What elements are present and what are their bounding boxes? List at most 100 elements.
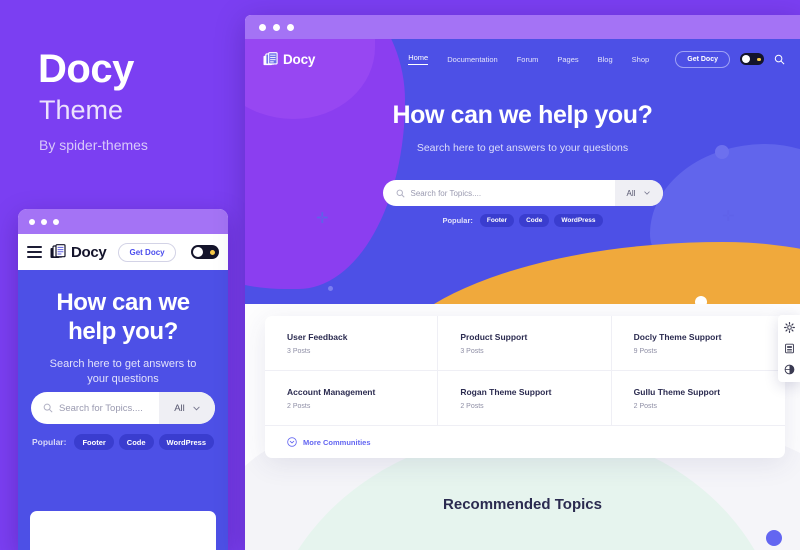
community-item[interactable]: Account Management 2 Posts: [265, 371, 439, 426]
hero-content: How can we help you? Search here to get …: [245, 79, 800, 227]
mobile-hero-heading: How can we help you?: [56, 289, 190, 346]
floating-toolbar: [778, 315, 800, 382]
mobile-logo[interactable]: Docy: [50, 243, 107, 261]
promo-subtitle: Theme: [39, 95, 124, 125]
sun-icon: [757, 57, 761, 61]
window-dot-maximize[interactable]: [287, 23, 294, 31]
chevron-down-icon: [193, 406, 200, 411]
mobile-navbar: Docy Get Docy: [18, 234, 228, 270]
community-post-count: 2 Posts: [287, 403, 311, 410]
community-item[interactable]: Rogan Theme Support 2 Posts: [438, 371, 612, 426]
hero-search-placeholder: Search for Topics....: [410, 188, 482, 198]
promo-byline: By spider-themes: [39, 137, 148, 153]
mobile-logo-text: Docy: [71, 243, 107, 261]
hero-popular-tag[interactable]: WordPress: [554, 214, 603, 227]
community-post-count: 3 Posts: [460, 348, 484, 355]
hero-popular-tag[interactable]: Code: [519, 214, 550, 227]
window-dot-close[interactable]: [259, 23, 266, 31]
nav-link-pages[interactable]: Pages: [557, 55, 578, 64]
hamburger-icon[interactable]: [27, 246, 42, 258]
screenshot-stage: Docy Theme By spider-themes Docy Get Doc…: [0, 0, 800, 550]
communities-grid: User Feedback 3 Posts Product Support 3 …: [265, 316, 785, 426]
mobile-search-input[interactable]: Search for Topics....: [31, 403, 159, 414]
mobile-popular-tag[interactable]: Code: [118, 434, 154, 450]
promo-title: Docy: [38, 47, 134, 91]
settings-gear-icon[interactable]: [783, 322, 795, 333]
sun-icon: [210, 250, 215, 255]
community-item[interactable]: Product Support 3 Posts: [438, 316, 612, 371]
hero-subheading: Search here to get answers to your quest…: [416, 142, 629, 154]
layout-document-icon[interactable]: [784, 343, 795, 354]
search-icon: [396, 189, 405, 198]
community-title: Product Support: [460, 332, 528, 342]
mobile-get-docy-button[interactable]: Get Docy: [118, 242, 176, 262]
desktop-logo[interactable]: Docy: [263, 52, 315, 67]
community-title: Rogan Theme Support: [460, 387, 552, 397]
hero-section: ✛ ✛ Docy Home Documentation Forum Pages …: [245, 39, 800, 304]
window-dot-minimize[interactable]: [273, 23, 280, 31]
more-communities-button[interactable]: More Communities: [265, 426, 785, 458]
community-title: Gullu Theme Support: [633, 387, 721, 397]
desktop-nav-actions: Get Docy: [675, 50, 785, 68]
community-item[interactable]: Gullu Theme Support 2 Posts: [611, 371, 785, 426]
get-docy-button[interactable]: Get Docy: [675, 50, 730, 68]
chevron-down-icon: [644, 191, 651, 195]
search-icon[interactable]: [774, 54, 785, 65]
mobile-search-bar[interactable]: Search for Topics.... All: [31, 392, 215, 424]
community-item[interactable]: User Feedback 3 Posts: [265, 316, 439, 371]
page-body: User Feedback 3 Posts Product Support 3 …: [245, 304, 800, 550]
hero-popular-tag[interactable]: Footer: [479, 214, 515, 227]
mobile-hero-subheading: Search here to get answers to your quest…: [49, 357, 197, 386]
recommended-topics-title: Recommended Topics: [443, 496, 602, 513]
dark-mode-toggle[interactable]: [740, 53, 764, 65]
mobile-popular-tag[interactable]: WordPress: [158, 434, 215, 450]
color-wheel-icon[interactable]: [784, 364, 795, 375]
search-icon: [43, 403, 53, 413]
nav-link-documentation[interactable]: Documentation: [447, 55, 497, 64]
hero-search-filter-label: All: [626, 188, 636, 198]
mobile-dark-mode-toggle[interactable]: [191, 245, 219, 259]
mobile-popular-label: Popular:: [31, 437, 67, 447]
browser-titlebar: [245, 15, 800, 39]
hero-popular-label: Popular:: [442, 216, 473, 225]
nav-link-forum[interactable]: Forum: [517, 55, 539, 64]
decorative-orange-blob: [375, 242, 800, 304]
mobile-mockup: Docy Get Docy How can we help you? Searc…: [18, 209, 228, 550]
mobile-hero: How can we help you? Search here to get …: [18, 270, 228, 550]
nav-link-home[interactable]: Home: [408, 53, 429, 65]
hero-heading: How can we help you?: [392, 101, 653, 129]
mobile-search-filter[interactable]: All: [159, 392, 215, 424]
communities-card: User Feedback 3 Posts Product Support 3 …: [265, 316, 785, 458]
mobile-search-placeholder: Search for Topics....: [59, 402, 143, 414]
nav-link-blog[interactable]: Blog: [598, 55, 613, 64]
decorative-dot: [695, 296, 707, 304]
mobile-content-card: [30, 511, 216, 550]
browser-window: ✛ ✛ Docy Home Documentation Forum Pages …: [245, 15, 800, 550]
toggle-knob: [742, 55, 750, 63]
window-dot-close[interactable]: [29, 218, 35, 225]
hero-search-bar[interactable]: Search for Topics.... All: [382, 180, 663, 206]
community-title: Account Management: [287, 387, 376, 397]
decorative-dot: [328, 286, 333, 291]
window-dot-minimize[interactable]: [41, 218, 47, 225]
desktop-navbar: Docy Home Documentation Forum Pages Blog…: [245, 39, 800, 79]
community-post-count: 3 Posts: [287, 348, 311, 355]
nav-link-shop[interactable]: Shop: [632, 55, 650, 64]
community-post-count: 2 Posts: [633, 403, 658, 410]
mobile-titlebar: [18, 209, 228, 234]
community-post-count: 2 Posts: [460, 403, 484, 410]
window-dot-maximize[interactable]: [53, 218, 59, 225]
more-communities-label: More Communities: [303, 437, 371, 447]
community-item[interactable]: Docly Theme Support 9 Posts: [611, 316, 785, 371]
community-post-count: 9 Posts: [633, 348, 658, 355]
mobile-popular-row: Popular: Footer Code WordPress: [18, 434, 228, 450]
mobile-popular-tag[interactable]: Footer: [74, 434, 114, 450]
stacked-pages-icon: [263, 51, 279, 67]
community-title: User Feedback: [287, 332, 348, 342]
desktop-nav-links: Home Documentation Forum Pages Blog Shop: [408, 53, 649, 65]
community-title: Docly Theme Support: [633, 332, 722, 342]
hero-search-input[interactable]: Search for Topics....: [383, 189, 615, 198]
hero-search-filter[interactable]: All: [614, 180, 663, 206]
decorative-purple-dot: [766, 530, 782, 546]
stacked-pages-icon: [50, 244, 67, 260]
